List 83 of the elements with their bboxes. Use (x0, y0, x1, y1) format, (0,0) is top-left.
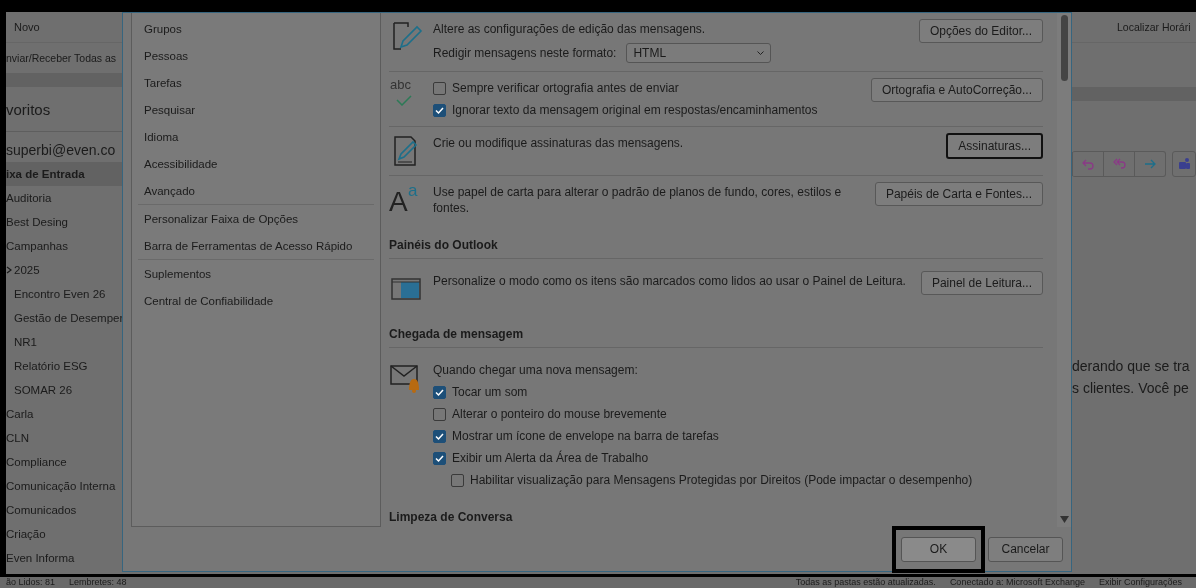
status-text: Exibir Configurações (1098, 577, 1182, 588)
status-text: Todas as pastas estão atualizadas. (795, 577, 936, 588)
checkbox[interactable] (451, 473, 464, 487)
folder-item[interactable]: 2025 (6, 258, 122, 282)
folder-item[interactable]: Carla (6, 402, 122, 426)
folder-item[interactable]: Gestão de Desemper (6, 306, 122, 330)
section-heading: Painéis do Outlook (389, 224, 1043, 259)
account-name[interactable]: superbi@even.co (6, 142, 116, 158)
folder-item[interactable]: ixa de Entrada (6, 162, 122, 186)
description-text: Personalize o modo como os itens são marcados como lidos ao usar o Painel de Leitura. (433, 273, 907, 289)
category-item[interactable]: Pesquisar (132, 96, 380, 123)
people-icon (1177, 157, 1191, 171)
category-item[interactable]: Suplementos (132, 260, 380, 287)
category-item[interactable]: Personalizar Faixa de Opções (132, 205, 380, 232)
folder-item[interactable]: Compliance (6, 450, 122, 474)
category-item[interactable]: Avançado (132, 177, 380, 204)
find-time-command[interactable]: Localizar Horári (1117, 21, 1191, 33)
forward-icon (1143, 157, 1157, 171)
description-text: Crie ou modifique assinaturas das mensagens. (433, 135, 685, 151)
folder-item[interactable]: Relatório ESG (6, 354, 122, 378)
option-button[interactable]: Papéis de Carta e Fontes... (874, 182, 1043, 206)
section-heading: Chegada de mensagem (389, 313, 1043, 348)
checkbox-label[interactable]: Tocar um som (452, 384, 528, 400)
category-item[interactable]: Idioma (132, 123, 380, 150)
folder-item[interactable]: Best Desing (6, 210, 122, 234)
checkbox[interactable] (433, 407, 446, 421)
description-text: Use papel de carta para alterar o padrão de planos de fundo, cores, estilos e fontes. (433, 184, 843, 216)
message-text-line: s clientes. Você pe (1072, 379, 1190, 398)
checkbox-label[interactable]: Ignorar texto da mensagem original em respostas/encaminhamentos (452, 102, 818, 118)
description-text: Quando chegar uma nova mensagem: (433, 362, 639, 378)
option-button[interactable]: Opções do Editor... (918, 19, 1043, 43)
checkbox-label[interactable]: Mostrar um ícone de envelope na barra de tarefas (452, 428, 719, 444)
format-label: Redigir mensagens neste formato: (433, 45, 617, 61)
checkbox[interactable] (433, 385, 446, 399)
favorites-header[interactable]: voritos (6, 100, 51, 118)
checkbox[interactable] (433, 429, 446, 443)
reply-all-icon (1112, 157, 1126, 171)
dialog-button[interactable]: Cancelar (988, 536, 1063, 562)
category-item[interactable]: Tarefas (132, 69, 380, 96)
status-text: Lembretes: 48 (69, 577, 127, 588)
folder-item[interactable]: Comunicados (6, 498, 122, 522)
icon-letter: A (389, 188, 408, 216)
folder-item[interactable]: Campanhas (6, 234, 122, 258)
status-text: ão Lidos: 81 (6, 577, 56, 588)
option-button[interactable]: Painel de Leitura... (920, 271, 1043, 295)
checkbox-label[interactable]: Sempre verificar ortografia antes de enviar (452, 80, 679, 96)
folder-item[interactable]: Criação (6, 522, 122, 546)
folder-item[interactable]: Auditoria (6, 186, 122, 210)
checkbox-label[interactable]: Habilitar visualização para Mensagens Protegidas por Direitos (Pode impactar o desempenho) (470, 472, 973, 488)
checkbox[interactable] (433, 103, 446, 117)
checkbox-label[interactable]: Exibir um Alerta da Área de Trabalho (452, 450, 649, 466)
folder-item[interactable]: Comunicação Interna (6, 474, 122, 498)
checkbox[interactable] (433, 81, 446, 95)
message-text-line: derando que se tra (1072, 357, 1191, 376)
description-text: Altere as configurações de edição das mensagens. (433, 21, 707, 37)
folder-item[interactable]: CLN (6, 426, 122, 450)
scrollbar[interactable] (1057, 13, 1071, 527)
status-text: Conectado a: Microsoft Exchange (949, 577, 1085, 588)
folder-item[interactable]: Even Informa (6, 546, 122, 570)
category-item[interactable]: Pessoas (132, 42, 380, 69)
folder-item[interactable]: SOMAR 26 (6, 378, 122, 402)
checkbox-label[interactable]: Alterar o ponteiro do mouse brevemente (452, 406, 667, 422)
icon-letter: abc (390, 78, 411, 92)
ribbon-tab[interactable]: Novo (14, 21, 40, 33)
category-item[interactable]: Acessibilidade (132, 150, 380, 177)
reply-icon (1081, 157, 1095, 171)
folder-item[interactable]: NR1 (6, 330, 122, 354)
scroll-thumb[interactable] (1060, 15, 1068, 81)
caret-icon (757, 50, 765, 56)
category-item[interactable]: Grupos (132, 15, 380, 42)
format-dropdown[interactable]: HTML (626, 43, 772, 63)
folder-item[interactable]: Encontro Even 26 (6, 282, 122, 306)
checkbox[interactable] (433, 451, 446, 465)
option-button[interactable]: Assinaturas... (946, 133, 1043, 159)
category-item[interactable]: Central de Confiabilidade (132, 287, 380, 314)
people-button[interactable] (1172, 151, 1196, 177)
icon-letter: a (408, 182, 418, 199)
option-button[interactable]: Ortografia e AutoCorreção... (870, 78, 1043, 102)
check-icon (396, 95, 412, 106)
dialog-button[interactable]: OK (901, 536, 976, 562)
send-receive-command[interactable]: nviar/Receber Todas as (6, 52, 117, 64)
scroll-down-icon (1059, 516, 1069, 523)
category-item[interactable]: Barra de Ferramentas de Acesso Rápido (132, 232, 380, 259)
